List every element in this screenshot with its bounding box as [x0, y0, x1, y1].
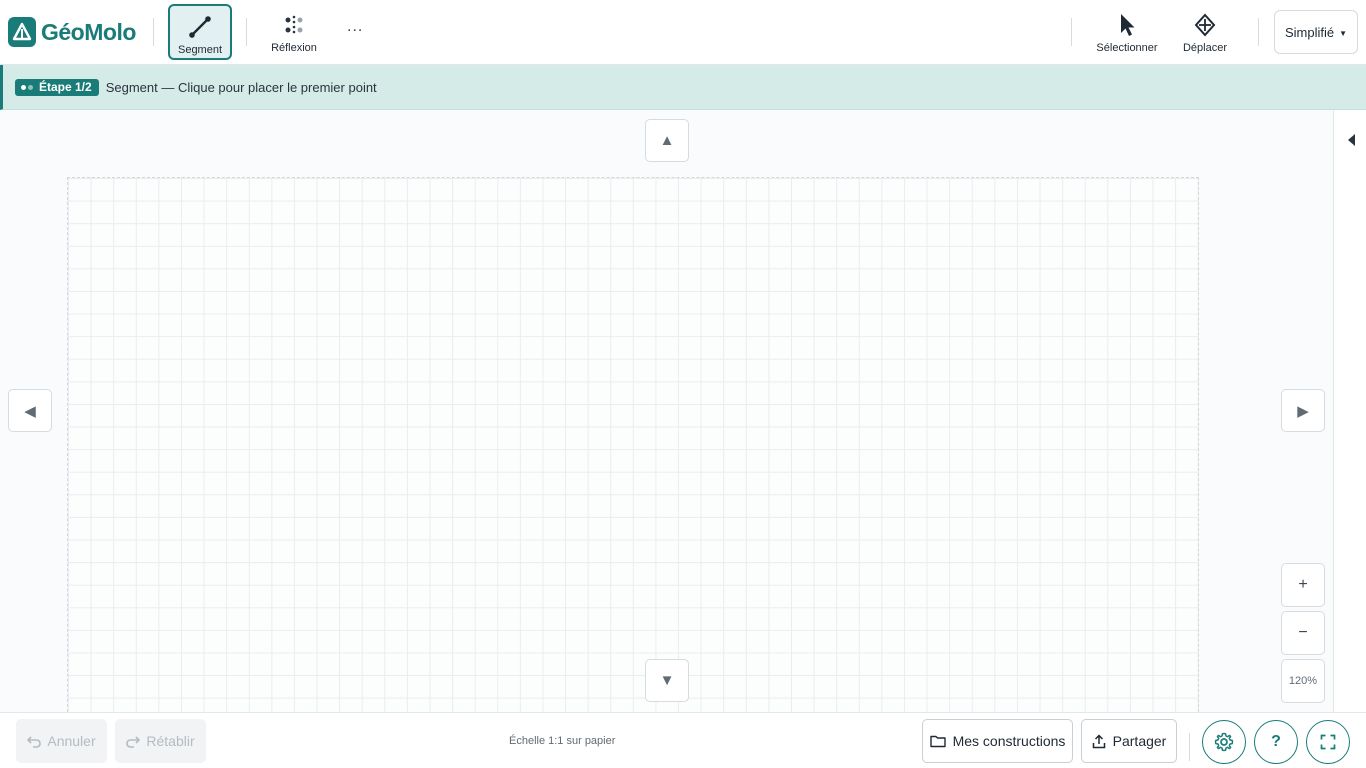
- side-panel-toggle[interactable]: [1344, 132, 1358, 148]
- tool-segment[interactable]: Segment: [168, 4, 232, 60]
- redo-button[interactable]: Rétablir: [115, 719, 206, 763]
- fullscreen-icon: [1320, 734, 1336, 750]
- drawing-canvas[interactable]: ▲ ▼ ◀ ▶ + − 120%: [0, 110, 1334, 712]
- arrow-left-icon: ◀: [24, 402, 36, 420]
- logo-text: GéoMolo: [41, 18, 136, 45]
- step-banner: Étape 1/2 Segment — Clique pour placer l…: [0, 65, 1366, 110]
- tool-segment-label: Segment: [177, 44, 223, 56]
- step-progress-dots: [21, 84, 33, 90]
- app-logo[interactable]: GéoMolo: [8, 16, 136, 48]
- my-constructions-label: Mes constructions: [952, 733, 1066, 749]
- redo-icon: [126, 736, 141, 748]
- move-icon: [1192, 10, 1218, 40]
- plus-icon: +: [1298, 576, 1308, 593]
- fullscreen-button[interactable]: [1306, 720, 1350, 764]
- mode-select[interactable]: Simplifié ▼: [1274, 10, 1358, 54]
- arrow-down-icon: ▼: [659, 672, 675, 689]
- share-label: Partager: [1112, 733, 1167, 749]
- step-dot-pending: [28, 84, 33, 90]
- arrow-up-icon: ▲: [659, 132, 675, 149]
- collapse-left-icon: [1348, 134, 1355, 146]
- toolbar-divider: [1071, 18, 1072, 46]
- segment-icon: [186, 12, 214, 42]
- toolbar-divider: [1258, 18, 1259, 46]
- top-toolbar: GéoMolo Segment Réflexion ... Sélectionn…: [0, 0, 1366, 65]
- tool-move-label: Déplacer: [1182, 42, 1228, 54]
- zoom-in-button[interactable]: +: [1281, 563, 1325, 607]
- my-constructions-button[interactable]: Mes constructions: [922, 719, 1073, 763]
- mode-select-value: Simplifié: [1284, 24, 1335, 40]
- zoom-out-button[interactable]: −: [1281, 611, 1325, 655]
- help-button[interactable]: ?: [1254, 720, 1298, 764]
- tool-reflection-label: Réflexion: [271, 42, 317, 54]
- question-icon: ?: [1271, 733, 1281, 750]
- bottom-bar: Annuler Rétablir Échelle 1:1 sur papier …: [0, 712, 1366, 768]
- pan-up-button[interactable]: ▲: [645, 119, 689, 162]
- logo-mark-icon: [8, 17, 36, 47]
- scale-info: Échelle 1:1 sur papier: [509, 735, 616, 747]
- undo-icon: [27, 736, 42, 748]
- redo-label: Rétablir: [146, 733, 195, 749]
- tool-select[interactable]: Sélectionner: [1092, 4, 1162, 60]
- settings-button[interactable]: [1202, 720, 1246, 764]
- step-badge: Étape 1/2: [15, 78, 99, 96]
- paper-grid[interactable]: [67, 177, 1199, 712]
- arrow-right-icon: ▶: [1297, 402, 1309, 420]
- folder-icon: [929, 735, 946, 748]
- toolbar-divider: [153, 18, 154, 46]
- tool-reflection[interactable]: Réflexion: [262, 4, 326, 60]
- reflection-icon: [280, 10, 308, 40]
- upload-icon: [1092, 733, 1105, 748]
- gear-icon: [1214, 732, 1234, 752]
- step-label: Étape 1/2: [39, 80, 92, 94]
- share-button[interactable]: Partager: [1081, 719, 1177, 763]
- zoom-level: 120%: [1281, 659, 1325, 703]
- pan-left-button[interactable]: ◀: [8, 389, 52, 432]
- bottom-divider: [1189, 733, 1190, 761]
- more-tools-button[interactable]: ...: [347, 18, 363, 36]
- cursor-icon: [1115, 10, 1139, 40]
- caret-down-icon: ▼: [1339, 29, 1348, 38]
- tool-select-label: Sélectionner: [1096, 42, 1158, 54]
- pan-down-button[interactable]: ▼: [645, 659, 689, 702]
- undo-button[interactable]: Annuler: [16, 719, 107, 763]
- tool-move[interactable]: Déplacer: [1176, 4, 1234, 60]
- step-instruction: Segment — Clique pour placer le premier …: [105, 79, 377, 95]
- zoom-level-value: 120%: [1288, 675, 1318, 687]
- minus-icon: −: [1298, 624, 1308, 641]
- toolbar-divider: [246, 18, 247, 46]
- step-dot-done: [21, 84, 26, 90]
- undo-label: Annuler: [47, 733, 96, 749]
- side-panel: [1333, 110, 1366, 712]
- pan-right-button[interactable]: ▶: [1281, 389, 1325, 432]
